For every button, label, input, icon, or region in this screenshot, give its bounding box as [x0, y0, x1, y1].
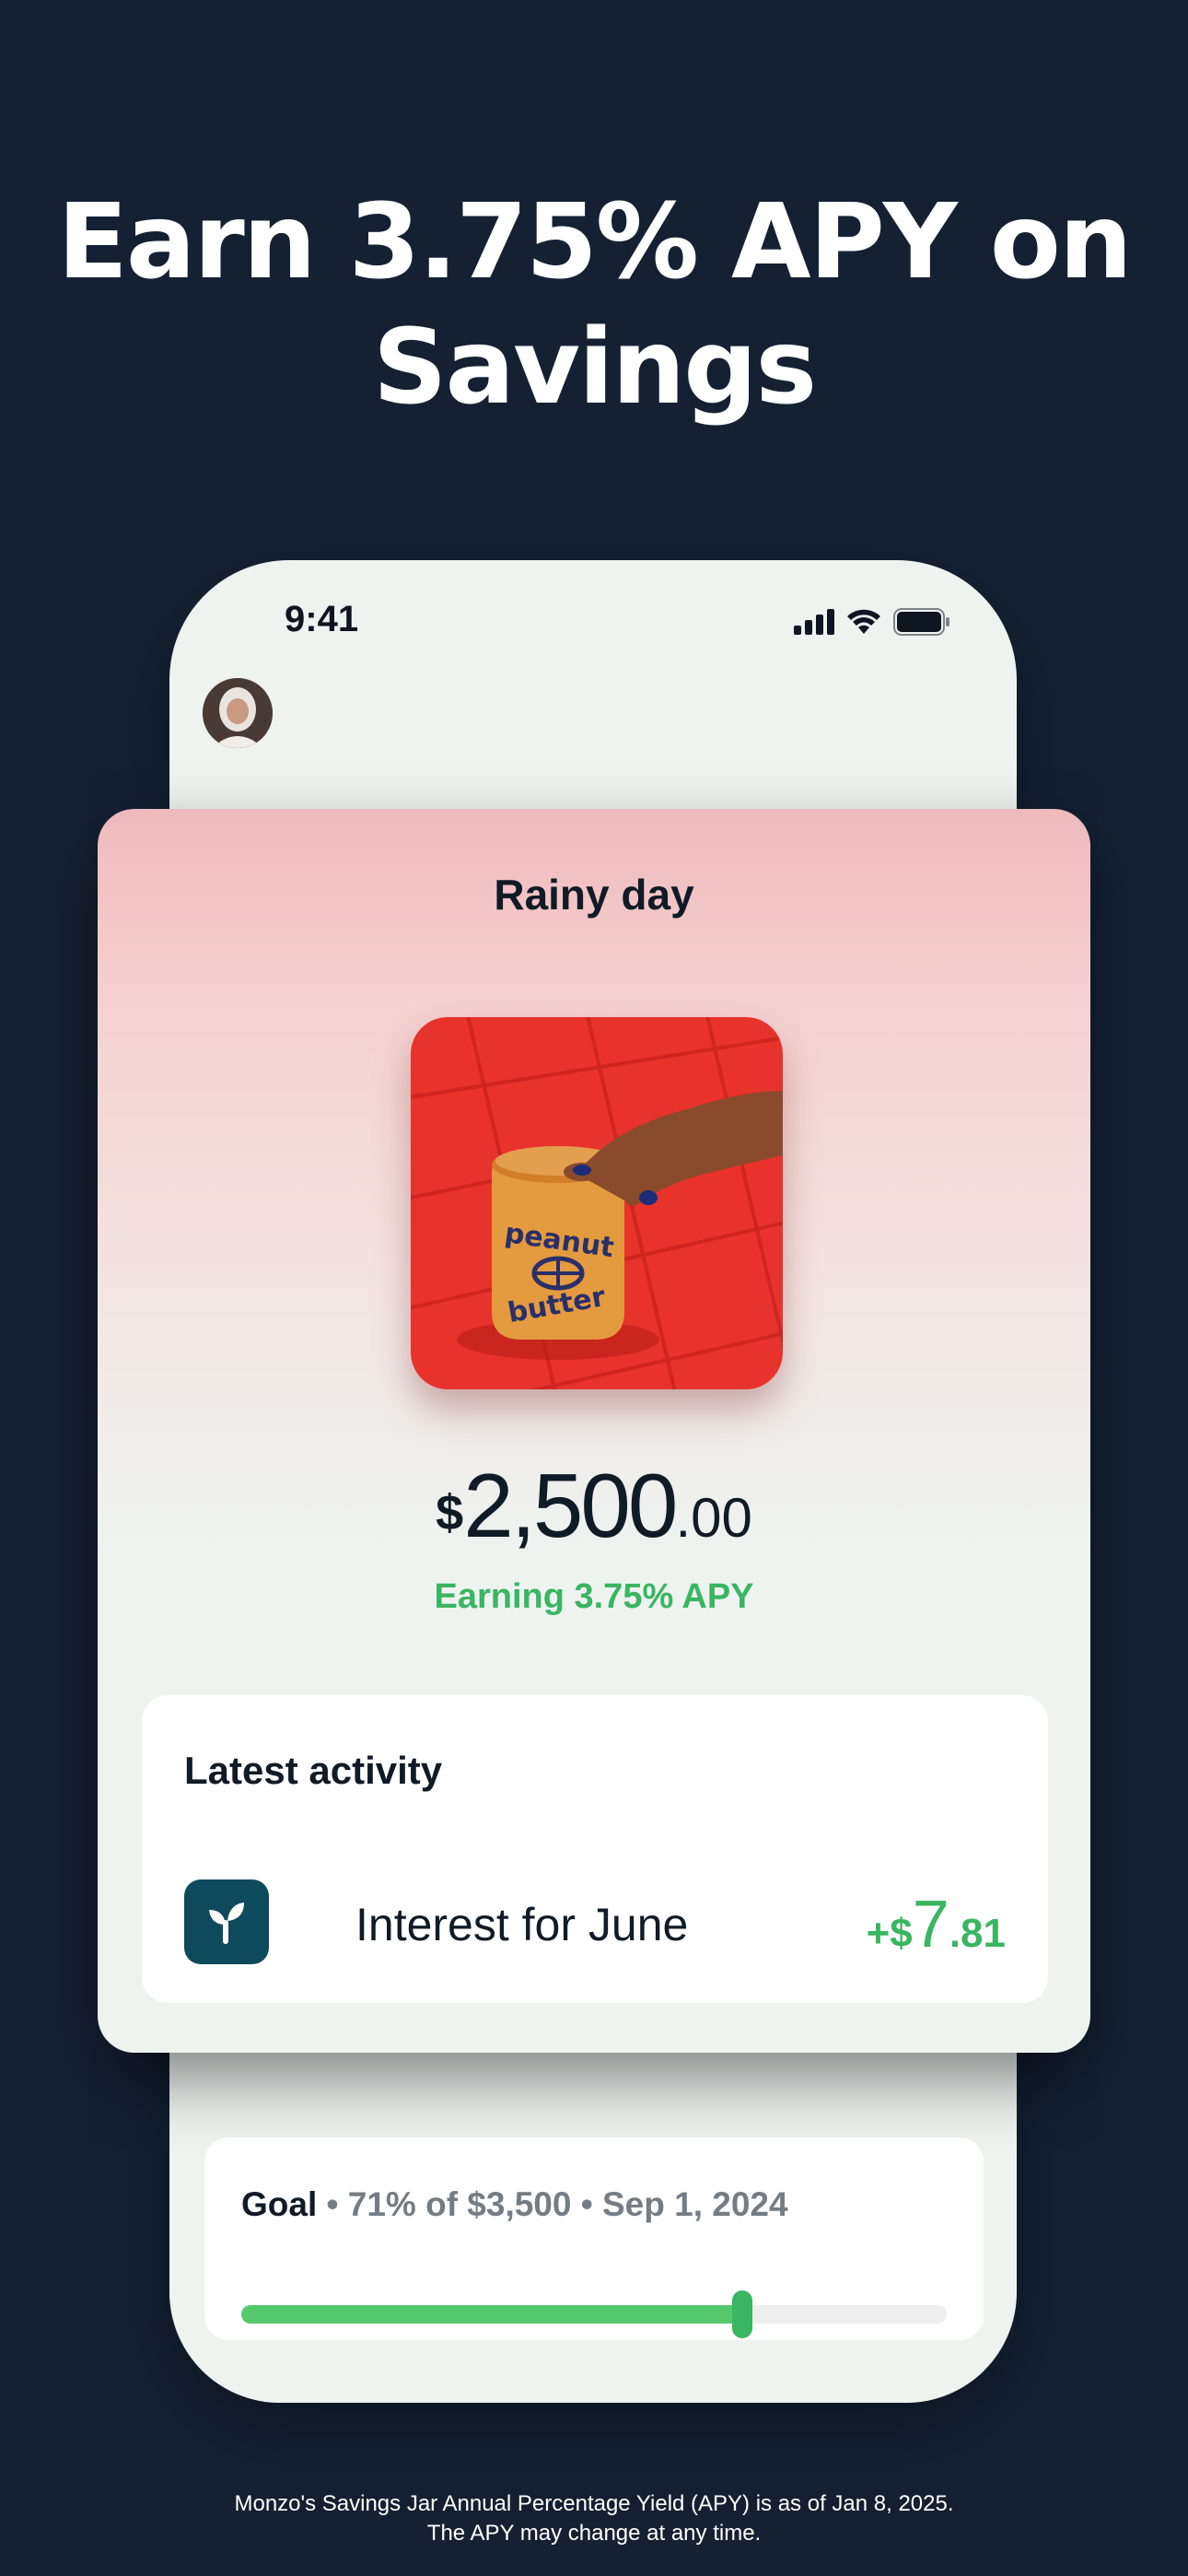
battery-icon	[893, 608, 949, 636]
avatar[interactable]	[203, 678, 273, 748]
headline-line-1: Earn 3.75% APY on	[57, 182, 1132, 302]
jar-balance: $2,500.00	[98, 1454, 1090, 1558]
signal-icon	[794, 609, 834, 635]
goal-progress-fill	[241, 2305, 751, 2324]
amount-cents: .81	[949, 1911, 1006, 1956]
page: Earn 3.75% APY on Savings 9:41 Goal • 71…	[0, 0, 1188, 2576]
goal-progress-track	[241, 2290, 947, 2338]
avatar-image	[203, 678, 273, 748]
sprout-icon	[184, 1879, 269, 1964]
goal-label: Goal	[241, 2185, 318, 2223]
transaction-label[interactable]: Interest for June	[355, 1898, 688, 1951]
disclaimer-line-1: Monzo's Savings Jar Annual Percentage Yi…	[234, 2491, 954, 2516]
jar-title: Rainy day	[494, 871, 694, 919]
balance-whole: 2,500	[463, 1455, 678, 1556]
goal-card[interactable]: Goal • 71% of $3,500 • Sep 1, 2024	[204, 2137, 984, 2340]
headline-line-2: Savings	[372, 308, 817, 427]
headline: Earn 3.75% APY on Savings	[0, 180, 1188, 430]
earning-apy: Earning 3.75% APY	[434, 1577, 754, 1616]
activity-title: Latest activity	[184, 1749, 443, 1792]
status-time: 9:41	[285, 599, 359, 639]
peanut-butter-image: peanut butter	[411, 1017, 783, 1389]
jar-photo: peanut butter	[411, 1017, 783, 1389]
goal-progress-handle	[731, 2290, 752, 2338]
savings-jar-card[interactable]: Rainy day peanut butter $2,500.00 Earnin…	[98, 809, 1090, 2053]
balance-currency: $	[436, 1485, 464, 1540]
goal-summary: Goal • 71% of $3,500 • Sep 1, 2024	[241, 2185, 788, 2224]
amount-whole: 7	[912, 1888, 949, 1961]
transaction-amount: +$7.81	[867, 1887, 1006, 1962]
goal-details: • 71% of $3,500 • Sep 1, 2024	[317, 2185, 788, 2223]
disclaimer-line-2: The APY may change at any time.	[426, 2521, 762, 2546]
status-icons	[794, 608, 950, 636]
disclaimer: Monzo's Savings Jar Annual Percentage Yi…	[0, 2489, 1188, 2548]
latest-activity-card: Latest activity Interest for June +$7.81	[142, 1695, 1048, 2003]
balance-cents: .00	[675, 1487, 752, 1549]
wifi-icon	[847, 609, 880, 634]
amount-sign: +$	[866, 1911, 913, 1956]
